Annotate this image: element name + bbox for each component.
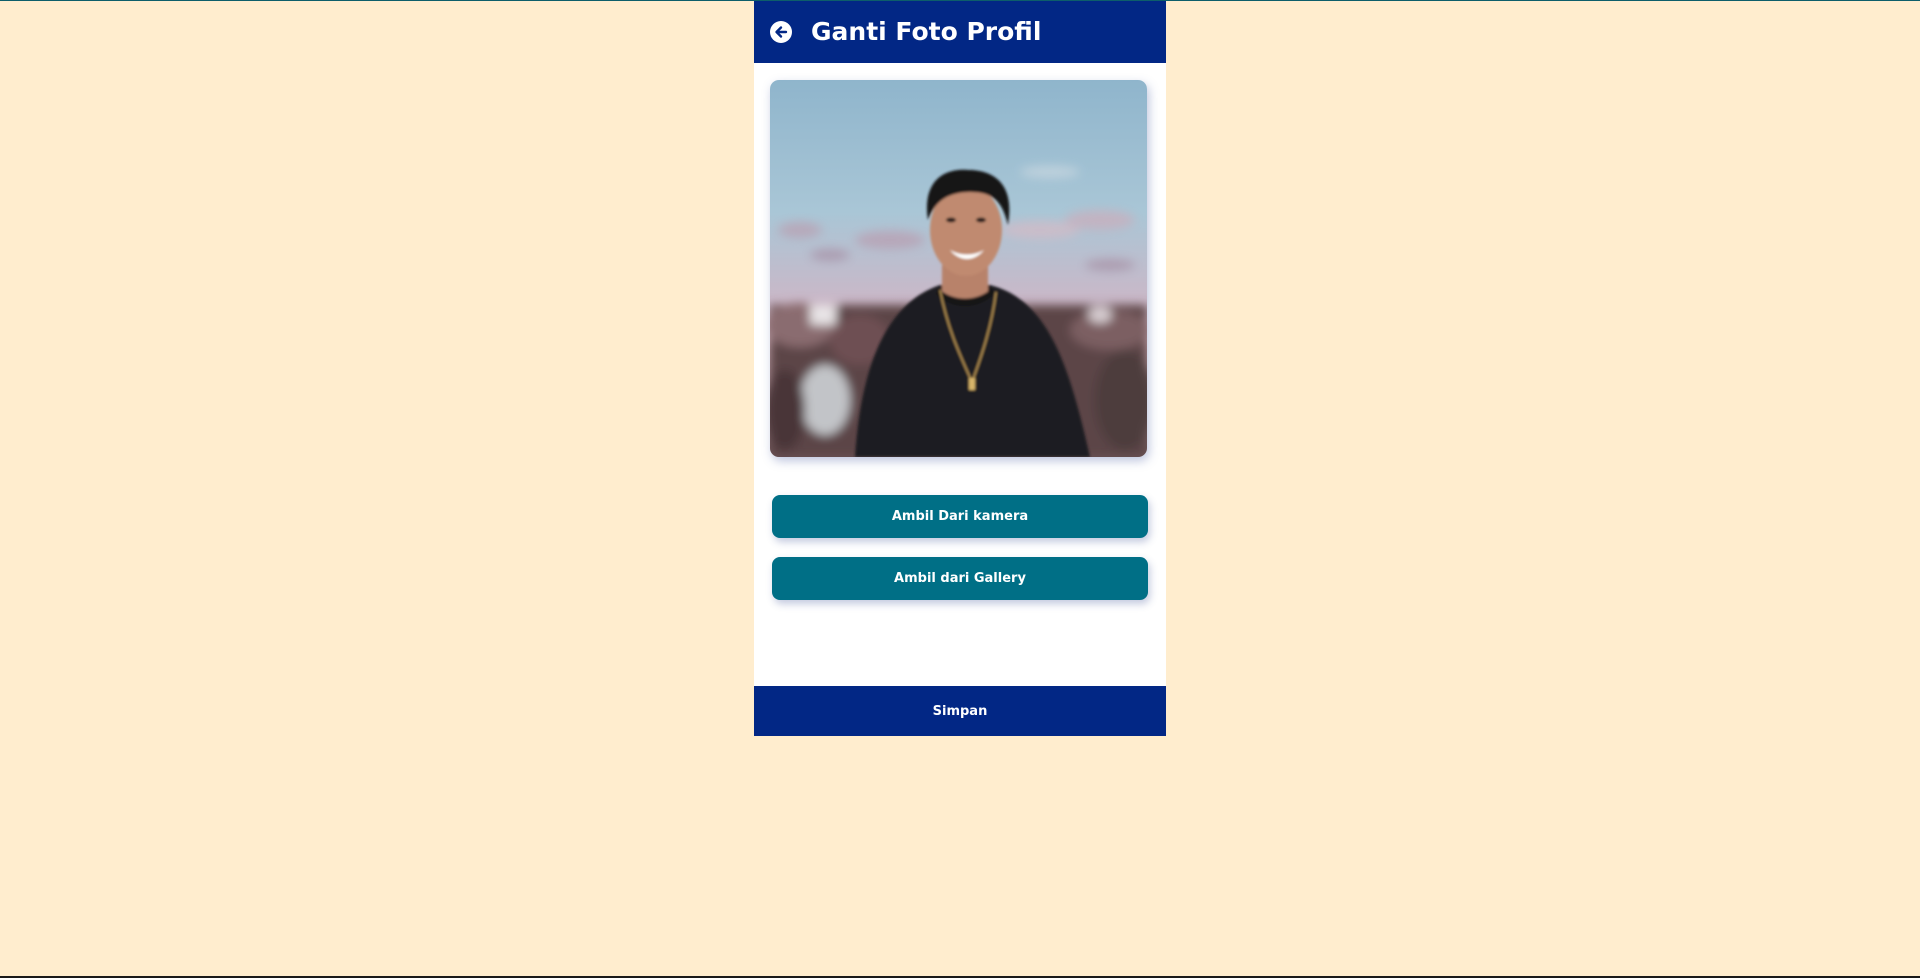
profile-photo bbox=[770, 80, 1147, 457]
take-from-camera-button[interactable]: Ambil Dari kamera bbox=[772, 495, 1148, 538]
back-button[interactable] bbox=[770, 21, 792, 43]
page-title: Ganti Foto Profil bbox=[811, 17, 1042, 46]
app-header: Ganti Foto Profil bbox=[754, 1, 1166, 63]
take-from-gallery-button[interactable]: Ambil dari Gallery bbox=[772, 557, 1148, 600]
arrow-left-icon bbox=[775, 26, 788, 38]
app-screen: Ganti Foto Profil Ambil Dari kamera Ambi… bbox=[754, 1, 1166, 736]
save-button[interactable]: Simpan bbox=[754, 686, 1166, 736]
